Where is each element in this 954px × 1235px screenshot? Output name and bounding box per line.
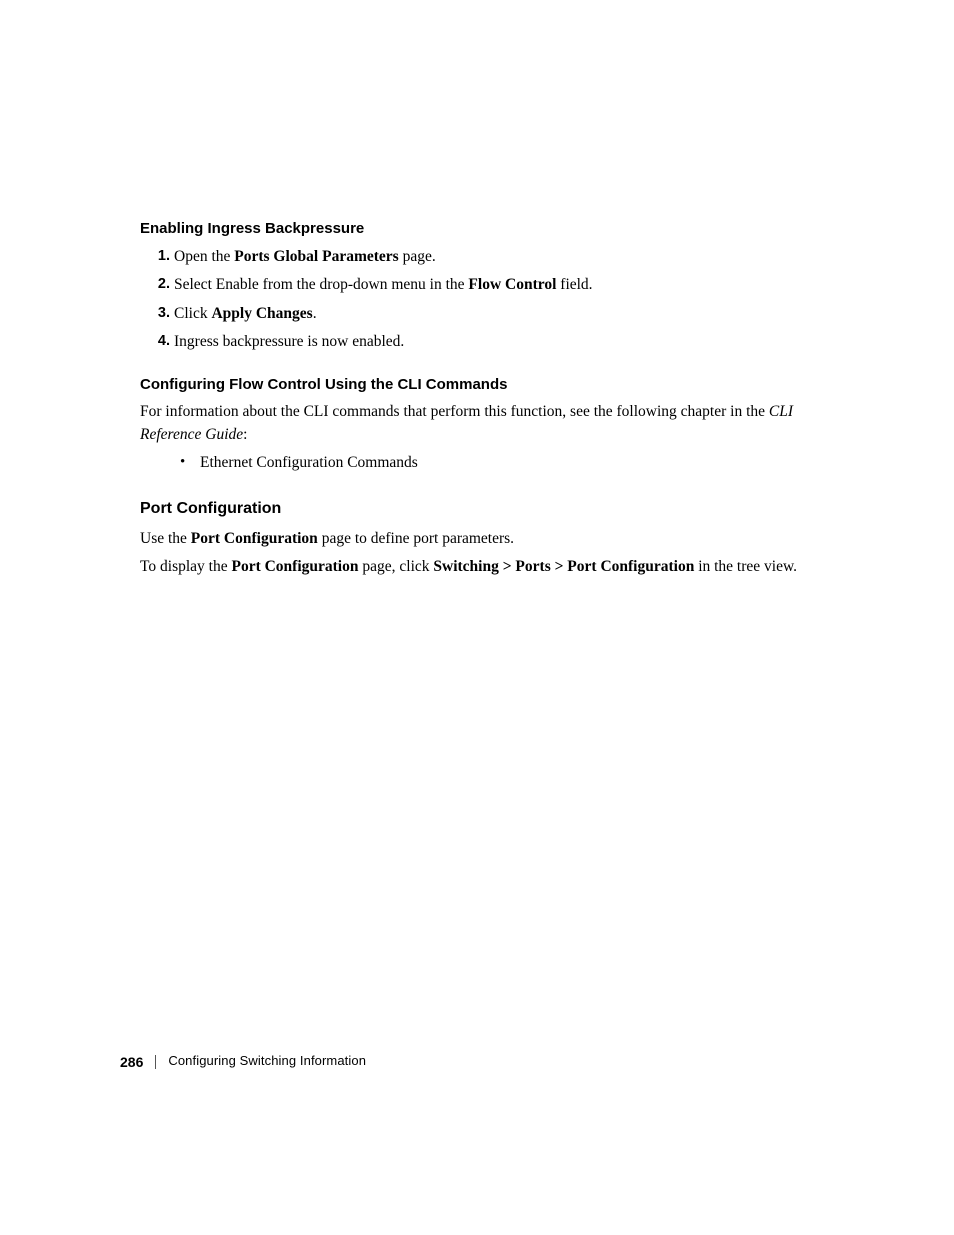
step-item: 1. Open the Ports Global Parameters page…: [140, 246, 834, 268]
footer-separator: [155, 1055, 156, 1069]
step-text: Select Enable from the drop-down menu in…: [174, 276, 593, 293]
step-text: Ingress backpressure is now enabled.: [174, 333, 404, 350]
document-page: Enabling Ingress Backpressure 1. Open th…: [0, 0, 954, 1235]
chapter-title: Configuring Switching Information: [168, 1052, 366, 1071]
body-paragraph: To display the Port Configuration page, …: [140, 556, 834, 578]
heading-configuring-flow-control-cli: Configuring Flow Control Using the CLI C…: [140, 374, 834, 396]
heading-port-configuration: Port Configuration: [140, 497, 834, 520]
heading-enabling-ingress-backpressure: Enabling Ingress Backpressure: [140, 218, 834, 240]
step-text: Click Apply Changes.: [174, 305, 317, 322]
body-paragraph: For information about the CLI commands t…: [140, 401, 834, 446]
step-number: 3.: [150, 303, 170, 324]
step-text: Open the Ports Global Parameters page.: [174, 248, 436, 265]
step-item: 3. Click Apply Changes.: [140, 303, 834, 325]
steps-list: 1. Open the Ports Global Parameters page…: [140, 246, 834, 354]
step-number: 4.: [150, 331, 170, 352]
page-number: 286: [120, 1052, 143, 1072]
step-number: 1.: [150, 246, 170, 267]
bullet-item: Ethernet Configuration Commands: [140, 452, 834, 474]
body-paragraph: Use the Port Configuration page to defin…: [140, 528, 834, 550]
bullet-list: Ethernet Configuration Commands: [140, 452, 834, 474]
step-item: 4. Ingress backpressure is now enabled.: [140, 331, 834, 353]
step-number: 2.: [150, 274, 170, 295]
step-item: 2. Select Enable from the drop-down menu…: [140, 274, 834, 296]
page-footer: 286 Configuring Switching Information: [120, 1052, 366, 1072]
